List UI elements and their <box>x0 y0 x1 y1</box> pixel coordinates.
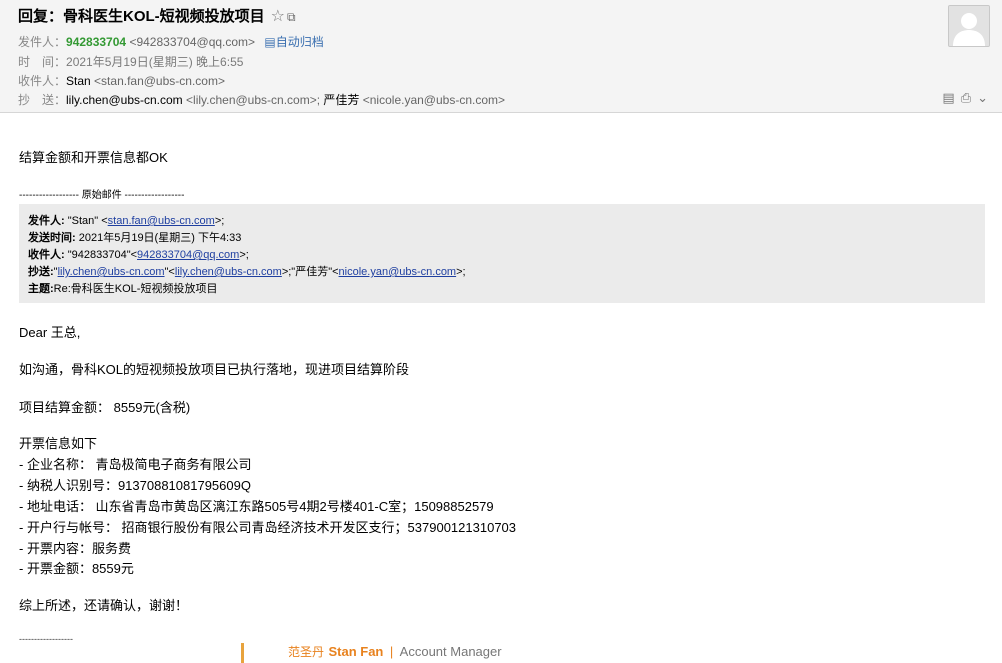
time-row: 时 间：2021年5月19日(星期三) 晚上6:55 <box>18 55 244 69</box>
quote-to: 收件人: "942833704"<942833704@qq.com>; <box>28 249 249 261</box>
quote-from-link[interactable]: stan.fan@ubs-cn.com <box>108 215 215 227</box>
avatar-placeholder-icon <box>949 6 989 46</box>
signature-divider: ------------------ <box>19 634 73 644</box>
signature-cn-name: 范圣丹 <box>288 645 325 659</box>
header-tools: ▤ ⎙ ⌄ <box>936 90 988 106</box>
quote-from: 发件人: "Stan" <stan.fan@ubs-cn.com>; <box>28 215 225 227</box>
note-icon[interactable]: ▤ <box>942 90 954 105</box>
mail-subject: 回复：骨科医生KOL-短视频投放项目 ☆ ⧉ <box>18 5 296 26</box>
quote-cc-link-1[interactable]: lily.chen@ubs-cn.com <box>58 266 165 278</box>
invoice-item: - 地址电话： 山东省青岛市黄岛区漓江东路505号4期2号楼401-C室；150… <box>19 499 494 514</box>
cc-row: 抄 送：lily.chen@ubs-cn.com <lily.chen@ubs-… <box>18 93 506 107</box>
signature-role: Account Manager <box>399 644 502 659</box>
invoice-item: - 开票金额：8559元 <box>19 561 134 576</box>
recipient-email: <stan.fan@ubs-cn.com> <box>94 74 225 88</box>
sender-email: <942833704@qq.com> <box>129 35 256 49</box>
quote-cc: 抄送:"lily.chen@ubs-cn.com"<lily.chen@ubs-… <box>28 266 466 278</box>
sent-time: 2021年5月19日(星期三) 晚上6:55 <box>66 55 244 69</box>
body-line-1: 如沟通，骨科KOL的短视频投放项目已执行落地，现进项目结算阶段 <box>19 362 410 377</box>
print-icon[interactable]: ⎙ <box>961 90 971 105</box>
settlement-amount: 项目结算金额： 8559元(含税) <box>19 400 191 415</box>
sender-name[interactable]: 942833704 <box>66 35 126 49</box>
auto-archive-link[interactable]: ▤自动归档 <box>264 35 323 49</box>
sender-avatar[interactable] <box>948 5 990 47</box>
recipient-name[interactable]: Stan <box>66 74 91 88</box>
quoted-header: 发件人: "Stan" <stan.fan@ubs-cn.com>; 发送时间:… <box>19 204 985 303</box>
cc-email-1: <lily.chen@ubs-cn.com>; <box>186 93 321 107</box>
quote-subject: 主题:Re:骨科医生KOL-短视频投放项目 <box>28 283 218 295</box>
subject-text: 回复：骨科医生KOL-短视频投放项目 <box>18 8 265 25</box>
star-icon[interactable]: ☆ <box>271 8 285 25</box>
invoice-item: - 企业名称： 青岛极简电子商务有限公司 <box>19 457 252 472</box>
signature-en-name: Stan Fan <box>328 644 384 659</box>
closing-line: 综上所述，还请确认，谢谢！ <box>19 598 189 613</box>
cc-email-2: <nicole.yan@ubs-cn.com> <box>362 93 506 107</box>
quote-to-link[interactable]: 942833704@qq.com <box>137 249 239 261</box>
quote-cc-link-2[interactable]: lily.chen@ubs-cn.com <box>175 266 282 278</box>
greeting: Dear 王总, <box>19 325 81 340</box>
original-mail-divider: ------------------ 原始邮件 ----------------… <box>19 190 185 201</box>
mail-header: 回复：骨科医生KOL-短视频投放项目 ☆ ⧉ 发件人：942833704 <9428… <box>0 0 1002 113</box>
invoice-title: 开票信息如下 <box>19 436 98 451</box>
invoice-item: - 开票内容：服务费 <box>19 541 131 556</box>
invoice-item: - 纳税人识别号：91370881081795609Q <box>19 478 251 493</box>
popout-icon[interactable]: ⧉ <box>287 10 296 24</box>
reply-line: 结算金额和开票信息都OK <box>19 150 168 165</box>
cc-name-1[interactable]: lily.chen@ubs-cn.com <box>66 93 183 107</box>
quote-sent: 发送时间: 2021年5月19日(星期三) 下午4:33 <box>28 232 242 244</box>
signature: 范圣丹 Stan Fan | Account Manager <box>241 643 502 663</box>
to-row: 收件人：Stan <stan.fan@ubs-cn.com> <box>18 74 225 88</box>
cc-name-2[interactable]: 严佳芳 <box>323 93 359 107</box>
quote-cc-link-3[interactable]: nicole.yan@ubs-cn.com <box>339 266 457 278</box>
invoice-item: - 开户行与帐号： 招商银行股份有限公司青岛经济技术开发区支行；53790012… <box>19 520 517 535</box>
from-row: 发件人：942833704 <942833704@qq.com> ▤自动归档 <box>18 35 324 49</box>
archive-icon: ▤ <box>264 35 276 49</box>
chevron-down-icon[interactable]: ⌄ <box>977 90 988 105</box>
